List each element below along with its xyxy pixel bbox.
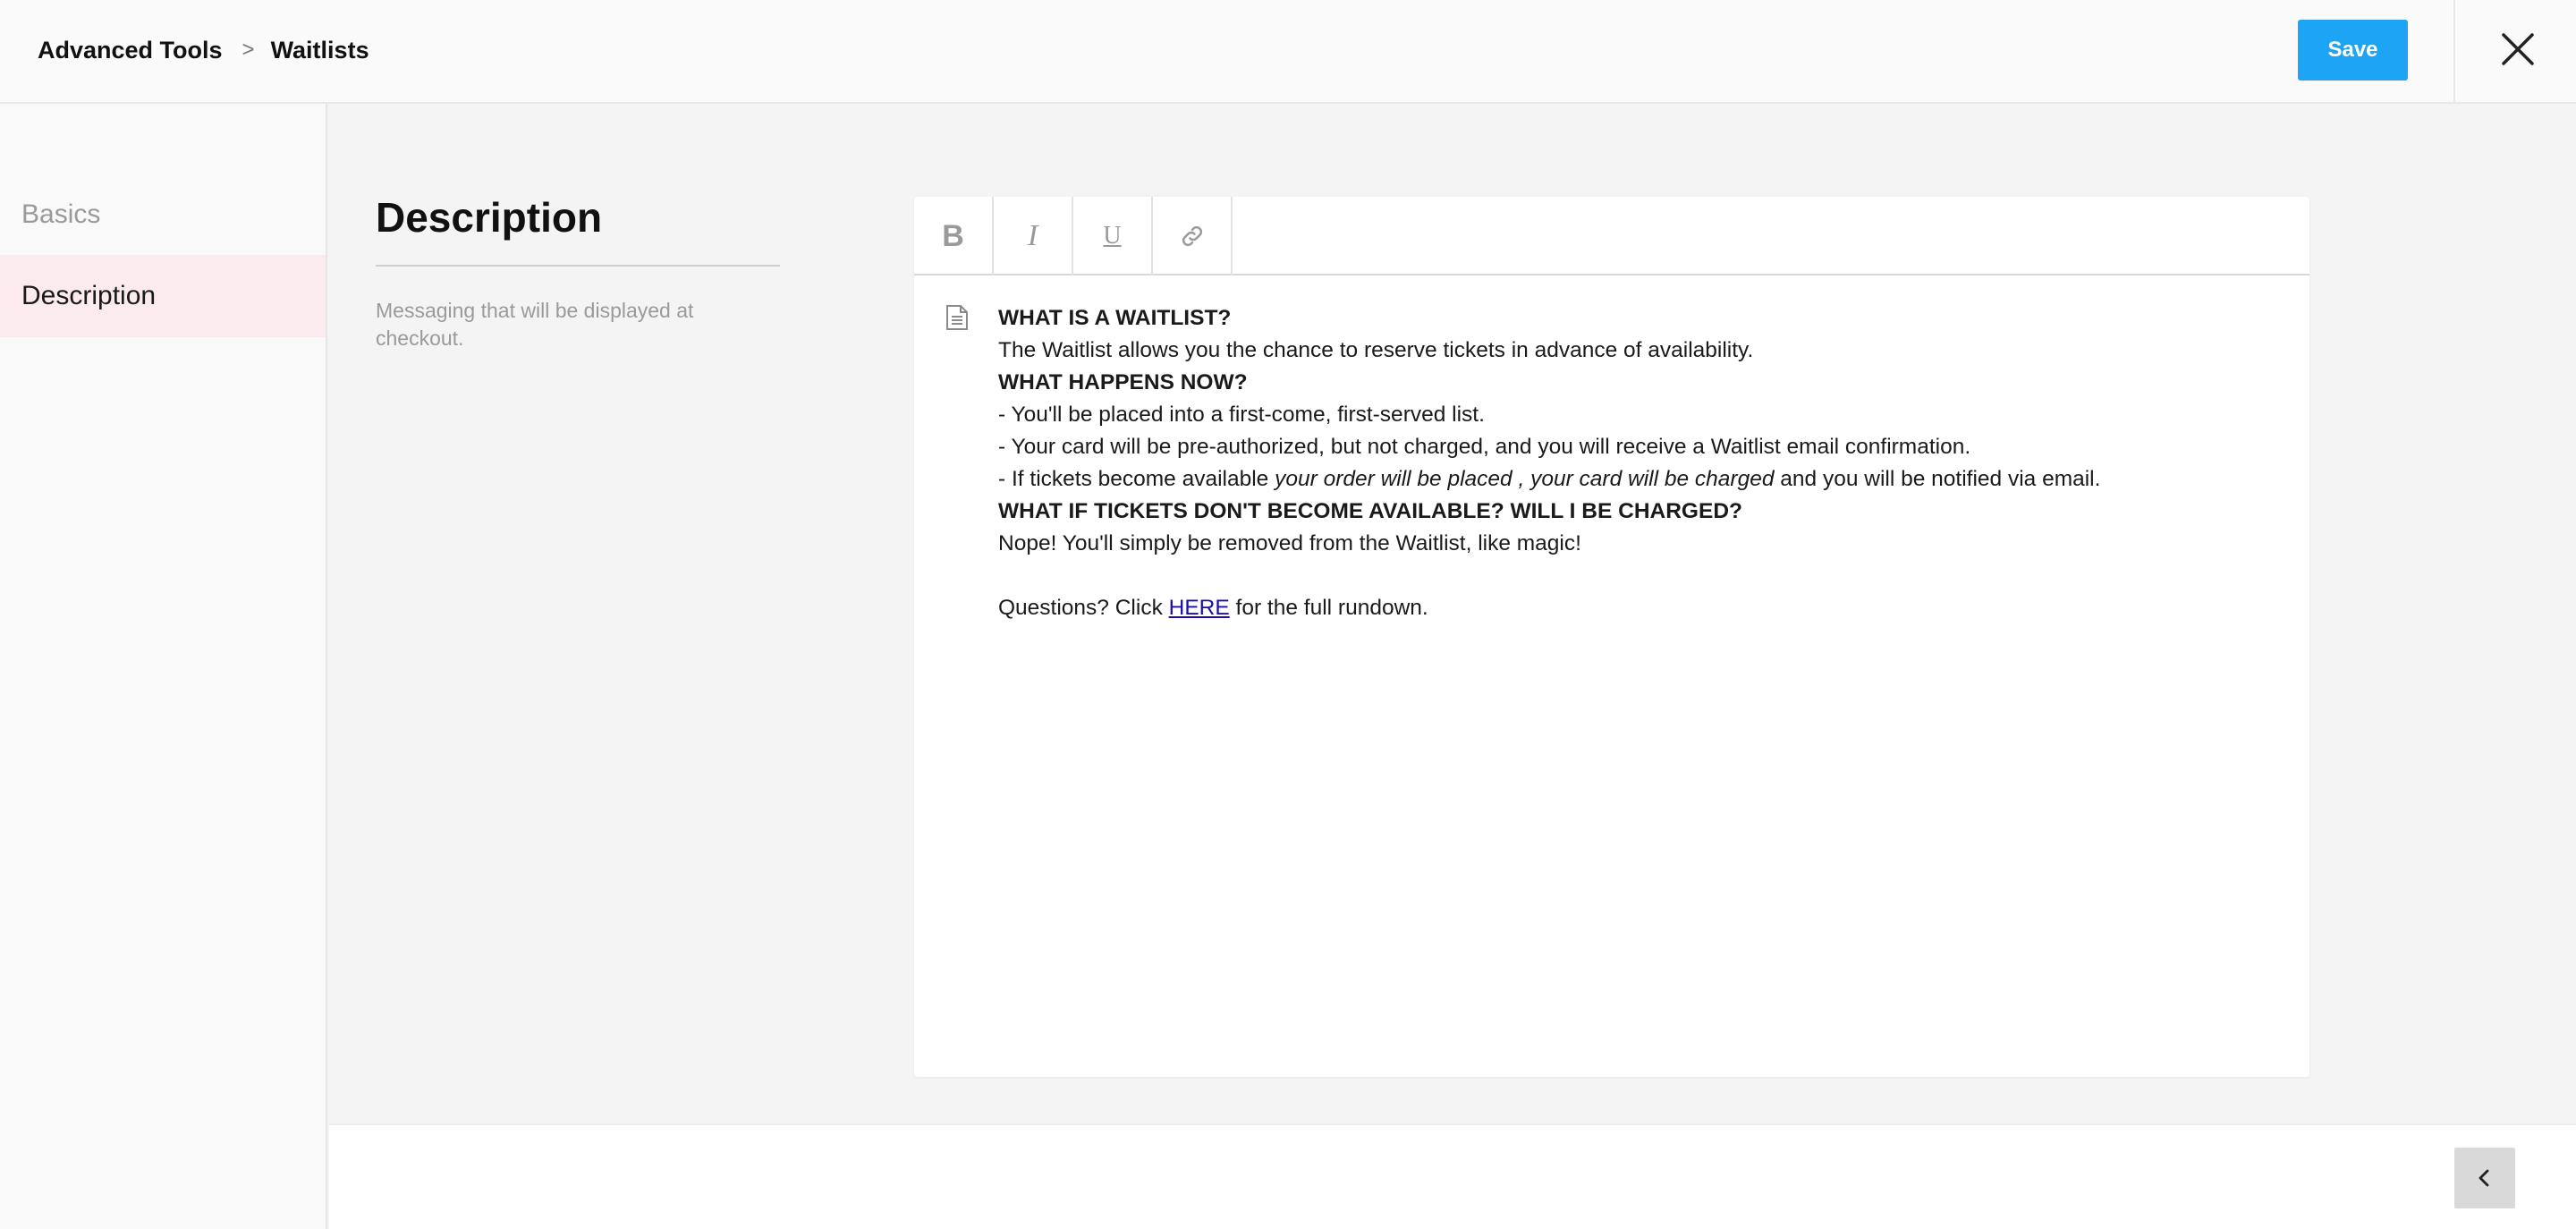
content-bullet: - If tickets become available your order… bbox=[998, 463, 2268, 496]
here-link[interactable]: HERE bbox=[1169, 596, 1230, 620]
chevron-left-icon bbox=[2479, 1169, 2489, 1187]
footer-bar bbox=[329, 1123, 2576, 1229]
rich-text-editor: B I U WHAT IS A WAITLIST? The Waitlist a… bbox=[914, 197, 2309, 1077]
content-text: and you will be notified via email. bbox=[1774, 467, 2101, 491]
link-button[interactable] bbox=[1153, 197, 1233, 275]
italic-button[interactable]: I bbox=[994, 197, 1073, 275]
breadcrumb-parent[interactable]: Advanced Tools bbox=[38, 37, 223, 64]
content-blank-line bbox=[998, 560, 2268, 592]
sidebar-item-description[interactable]: Description bbox=[0, 255, 326, 337]
content-heading: WHAT IS A WAITLIST? bbox=[998, 306, 1232, 330]
editor-toolbar: B I U bbox=[914, 197, 2309, 275]
back-button[interactable] bbox=[2454, 1148, 2515, 1208]
title-divider bbox=[376, 265, 780, 267]
sidebar-item-label: Basics bbox=[21, 199, 101, 229]
bold-icon: B bbox=[942, 218, 964, 253]
sidebar: Basics Description bbox=[0, 104, 327, 1229]
close-icon bbox=[2502, 33, 2534, 65]
content-heading: WHAT IF TICKETS DON'T BECOME AVAILABLE? … bbox=[998, 499, 1742, 523]
content-text: Questions? Click bbox=[998, 596, 1169, 620]
page-title: Description bbox=[376, 194, 603, 241]
editor-content[interactable]: WHAT IS A WAITLIST? The Waitlist allows … bbox=[998, 302, 2268, 624]
save-button[interactable]: Save bbox=[2298, 20, 2408, 81]
content-paragraph: The Waitlist allows you the chance to re… bbox=[998, 338, 1754, 362]
header-divider bbox=[2453, 0, 2455, 104]
content-italic-text: your order will be placed , your card wi… bbox=[1275, 467, 1775, 491]
sidebar-item-label: Description bbox=[21, 281, 157, 310]
section-description: Messaging that will be displayed at chec… bbox=[376, 299, 694, 350]
document-icon bbox=[946, 305, 968, 330]
breadcrumb-current: Waitlists bbox=[270, 36, 369, 64]
underline-button[interactable]: U bbox=[1073, 197, 1153, 275]
breadcrumb-separator: > bbox=[242, 38, 255, 62]
content-paragraph: Questions? Click HERE for the full rundo… bbox=[998, 592, 2268, 624]
content-text: - If tickets become available bbox=[998, 467, 1275, 491]
top-header: Advanced Tools > Waitlists Save bbox=[0, 0, 2576, 104]
content-bullet: - You'll be placed into a first-come, fi… bbox=[998, 403, 1485, 427]
underline-icon: U bbox=[1103, 222, 1122, 250]
italic-icon: I bbox=[1027, 219, 1038, 252]
sidebar-item-basics[interactable]: Basics bbox=[0, 174, 326, 256]
bold-button[interactable]: B bbox=[914, 197, 994, 275]
content-text: for the full rundown. bbox=[1229, 596, 1428, 620]
content-heading: WHAT HAPPENS NOW? bbox=[998, 370, 1248, 394]
breadcrumb: Advanced Tools > Waitlists bbox=[38, 34, 369, 66]
content-bullet: - Your card will be pre-authorized, but … bbox=[998, 435, 1971, 459]
link-icon bbox=[1182, 225, 1202, 247]
close-button[interactable] bbox=[2496, 27, 2540, 72]
content-paragraph: Nope! You'll simply be removed from the … bbox=[998, 531, 1581, 555]
